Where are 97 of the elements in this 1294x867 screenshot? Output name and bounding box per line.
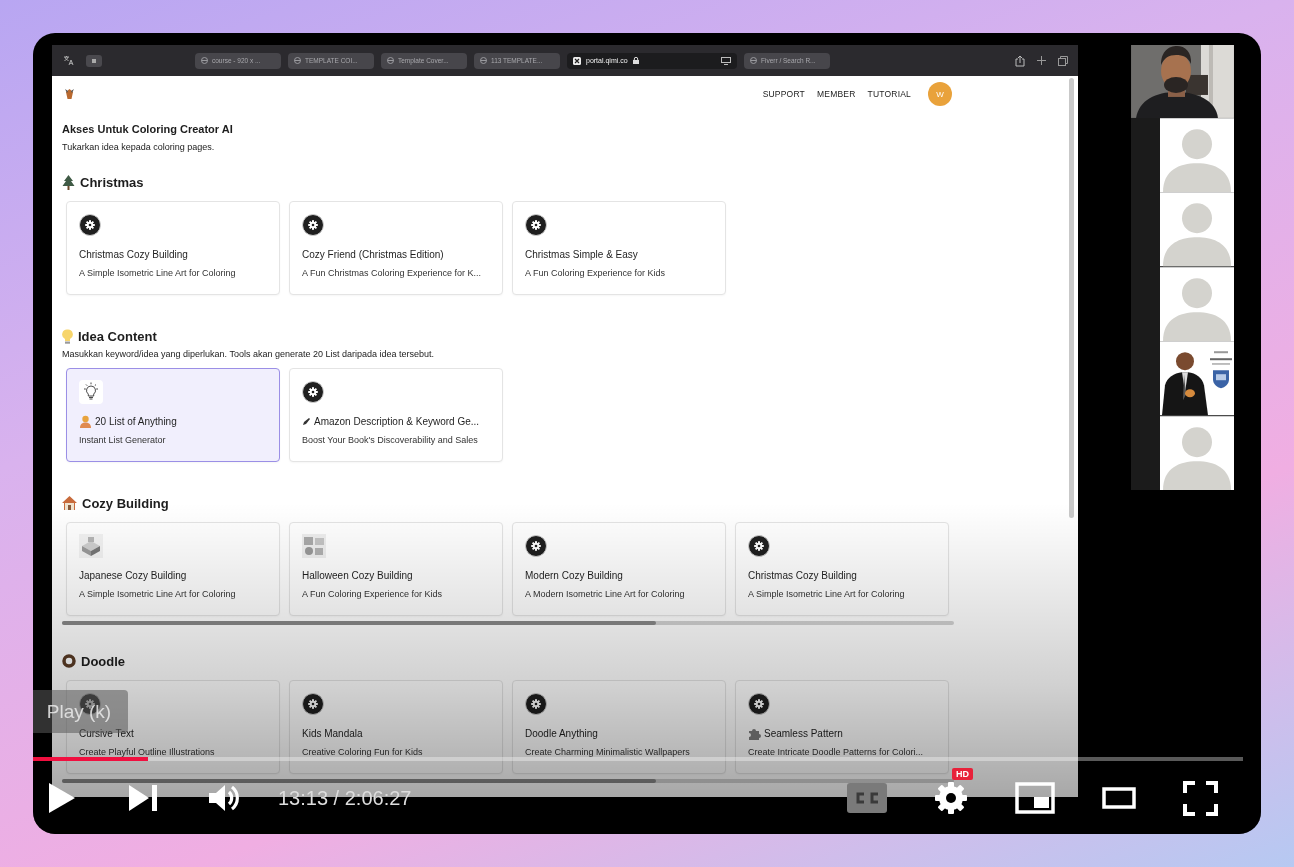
gear-icon: [525, 693, 547, 715]
nav-link[interactable]: TUTORIAL: [867, 89, 911, 99]
fullscreen-button[interactable]: [1183, 780, 1218, 816]
gear-icon: [525, 535, 547, 557]
captions-button[interactable]: [847, 783, 887, 813]
person-icon: [79, 414, 92, 428]
card-title: Christmas Cozy Building: [79, 248, 188, 260]
card-title: Doodle Anything: [525, 727, 598, 739]
light-bulb-icon: [79, 380, 103, 404]
lock-icon: [632, 57, 639, 64]
card-description: A Simple Isometric Line Art for Coloring: [748, 589, 906, 599]
globe-icon: [294, 57, 301, 64]
pen-icon: [302, 416, 311, 426]
play-button[interactable]: [48, 782, 76, 814]
card-description: Create Charming Minimalistic Wallpapers: [525, 747, 691, 757]
tool-card[interactable]: Modern Cozy Building A Modern Isometric Line Art for Coloring: [512, 522, 726, 616]
avatar-icon: [1160, 415, 1234, 491]
card-title: Halloween Cozy Building: [302, 569, 413, 581]
card-title: Kids Mandala: [302, 727, 363, 739]
puzzle-piece-icon: [748, 726, 761, 740]
tool-card[interactable]: 20 List of Anything Instant List Generator: [66, 368, 280, 462]
card-description: Create Playful Outline Illustrations: [79, 747, 216, 757]
gear-icon: [79, 214, 101, 236]
tool-card[interactable]: Christmas Cozy Building A Simple Isometric Line Art for Coloring: [66, 201, 280, 295]
tool-card[interactable]: Japanese Cozy Building A Simple Isometric Line Art for Coloring: [66, 522, 280, 616]
card-description: A Fun Coloring Experience for Kids: [525, 268, 667, 278]
translate-icon: [64, 56, 74, 65]
card-title: Modern Cozy Building: [525, 569, 623, 581]
light-bulb-icon: [62, 328, 73, 344]
globe-icon: [201, 57, 208, 64]
tool-card[interactable]: Kids Mandala Creative Coloring Fun for Kids: [289, 680, 503, 774]
section-title: Christmas: [80, 174, 144, 190]
card-description: A Fun Christmas Coloring Experience for K...: [302, 268, 483, 278]
section-description: Masukkan keyword/idea yang diperlukan. Tools akan generate 20 List daripada idea tersebut.: [62, 349, 436, 359]
gear-icon: [748, 535, 770, 557]
sidebar-button[interactable]: [86, 54, 102, 67]
tool-card[interactable]: Doodle Anything Create Charming Minimalistic Wallpapers: [512, 680, 726, 774]
globe-icon: [750, 57, 757, 64]
avatar-icon: [1160, 117, 1234, 193]
card-title: Cursive Text: [79, 727, 134, 739]
avatar-icon: [1160, 192, 1234, 267]
section-title: Idea Content: [78, 328, 157, 344]
house-icon: [62, 496, 77, 510]
horizontal-scrollbar[interactable]: [62, 621, 954, 625]
vertical-scrollbar[interactable]: [1069, 78, 1074, 518]
tool-card[interactable]: Cozy Friend (Christmas Edition) A Fun Christmas Coloring Experience for K...: [289, 201, 503, 295]
avatar-icon: [1160, 266, 1234, 342]
card-description: A Simple Isometric Line Art for Coloring: [79, 589, 237, 599]
tool-card[interactable]: Halloween Cozy Building A Fun Coloring Experience for Kids: [289, 522, 503, 616]
card-title: Japanese Cozy Building: [79, 569, 187, 581]
plus-icon: [1037, 56, 1046, 65]
card-title: Christmas Cozy Building: [748, 569, 857, 581]
card-description: Instant List Generator: [79, 435, 167, 445]
section-title: Cozy Building: [82, 495, 169, 511]
card-description: A Fun Coloring Experience for Kids: [302, 589, 444, 599]
theater-mode-button[interactable]: [1102, 787, 1136, 809]
globe-icon: [480, 57, 487, 64]
card-title: Christmas Simple & Easy: [525, 248, 638, 260]
gear-icon: [302, 381, 324, 403]
site-favicon-icon: [573, 56, 581, 65]
gear-icon: [302, 693, 324, 715]
globe-icon: [387, 57, 394, 64]
tabs-overview-icon: [1058, 55, 1068, 66]
page-subtitle: Tukarkan idea kepada coloring pages.: [62, 142, 216, 152]
card-description: A Simple Isometric Line Art for Coloring: [79, 268, 237, 278]
captions-icon: [847, 783, 887, 813]
gear-icon: [302, 214, 324, 236]
fullscreen-icon: [1183, 780, 1218, 816]
card-title: 20 List of Anything: [95, 415, 177, 427]
card-title: Seamless Pattern: [764, 727, 843, 739]
tool-card[interactable]: Christmas Simple & Easy A Fun Coloring Experience for Kids: [512, 201, 726, 295]
nav-link[interactable]: MEMBER: [817, 89, 856, 99]
card-title: Cozy Friend (Christmas Edition): [302, 248, 444, 260]
nav-link[interactable]: SUPPORT: [762, 89, 805, 99]
gear-icon: [748, 693, 770, 715]
hd-badge: HD: [952, 768, 973, 780]
logo-icon: [64, 88, 75, 100]
card-description: Creative Coloring Fun for Kids: [302, 747, 424, 757]
tool-card[interactable]: Seamless Pattern Create Intricate Doodle Patterns for Colori...: [735, 680, 949, 774]
gear-icon: [525, 214, 547, 236]
tree-icon: [62, 174, 75, 190]
donut-icon: [62, 654, 76, 668]
page-title: Akses Untuk Coloring Creator AI: [62, 123, 234, 135]
card-description: Boost Your Book's Discoverability and Sales: [302, 435, 479, 445]
reader-icon: [721, 56, 731, 65]
section-title: Doodle: [81, 653, 126, 669]
miniplayer-button[interactable]: [1015, 782, 1055, 814]
card-description: Create Intricate Doodle Patterns for Colori...: [748, 747, 925, 757]
theater-icon: [1102, 787, 1136, 809]
card-title: Amazon Description & Keyword Ge...: [314, 415, 480, 427]
volume-button[interactable]: [208, 783, 242, 813]
tool-card[interactable]: Amazon Description & Keyword Ge... Boost Your Book's Discoverability and Sales: [289, 368, 503, 462]
share-icon: [1015, 54, 1025, 67]
horizontal-scrollbar[interactable]: [62, 779, 954, 783]
next-button[interactable]: [128, 784, 158, 812]
card-description: A Modern Isometric Line Art for Coloring: [525, 589, 686, 599]
tool-card[interactable]: Christmas Cozy Building A Simple Isometric Line Art for Coloring: [735, 522, 949, 616]
